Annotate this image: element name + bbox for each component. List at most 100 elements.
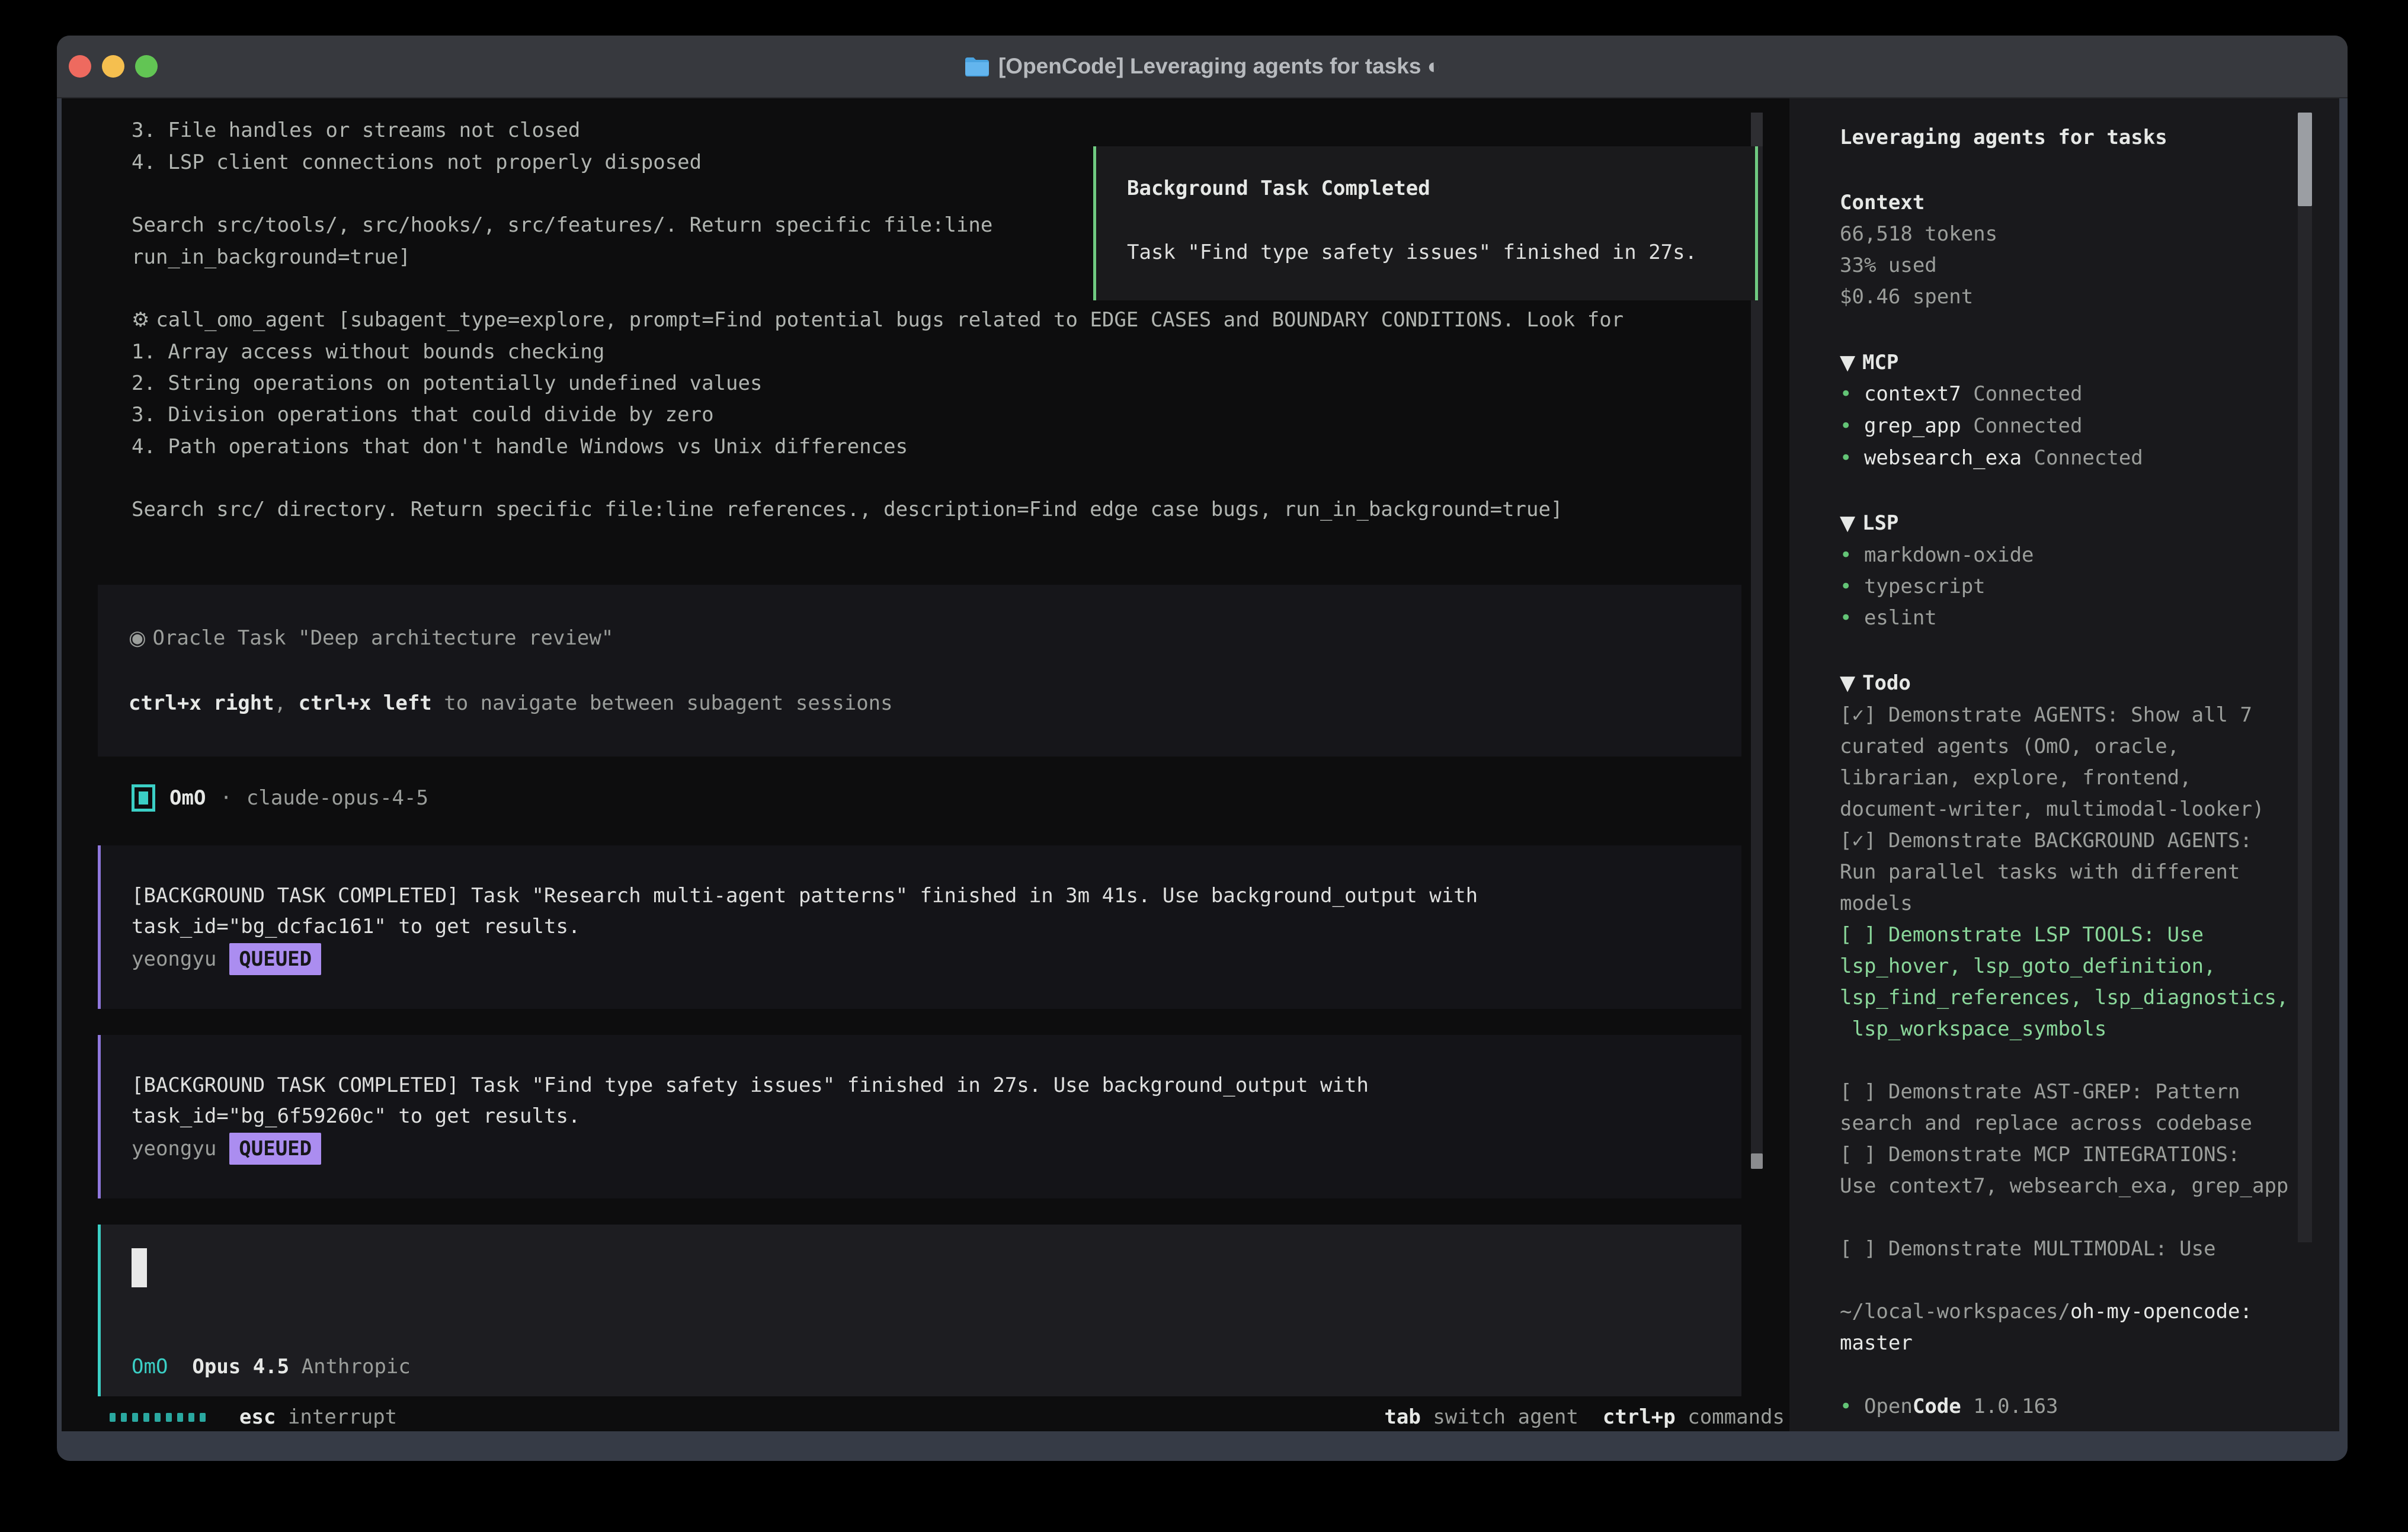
todo-line: [ ] Demonstrate AST-GREP: Pattern — [1840, 1076, 2240, 1108]
todo-section-header[interactable]: ▼ Todo — [1840, 667, 1911, 699]
oracle-task-box: ◉ Oracle Task "Deep architecture review"… — [98, 585, 1741, 757]
mcp-item: • websearch_exa Connected — [1840, 442, 2143, 474]
toast-message: Task "Find type safety issues" finished … — [1127, 236, 1697, 268]
text-cursor — [132, 1248, 147, 1287]
mcp-item: • grep_app Connected — [1840, 410, 2082, 442]
status-bar: esc interrupt tab switch agent ctrl+p co… — [62, 1401, 1789, 1431]
oracle-task-title: ◉ Oracle Task "Deep architecture review" — [129, 622, 613, 654]
context-tokens: 66,518 tokens — [1840, 218, 1997, 250]
interrupt-hint: esc interrupt — [239, 1401, 397, 1431]
lsp-section-header[interactable]: ▼ LSP — [1840, 507, 1898, 539]
output-line-tool-call: ⚙ call_omo_agent [subagent_type=explore,… — [132, 304, 1624, 336]
output-line: 3. File handles or streams not closed — [132, 114, 580, 146]
status-dot-icon: • — [1840, 1395, 1864, 1418]
todo-line: [✓] Demonstrate AGENTS: Show all 7 — [1840, 699, 2252, 731]
status-badge: QUEUED — [229, 943, 321, 975]
workspace-path: ~/local-workspaces/oh-my-opencode: — [1840, 1296, 2252, 1328]
app-content: 3. File handles or streams not closed 4.… — [62, 98, 2339, 1431]
todo-line: document-writer, multimodal-looker) — [1840, 793, 2264, 825]
task-author: yeongyu — [132, 947, 216, 971]
spinner-dot-icon — [200, 1413, 206, 1422]
output-line: 4. Path operations that don't handle Win… — [132, 431, 908, 463]
chevron-down-icon: ▼ — [1840, 511, 1862, 535]
session-title: Leveraging agents for tasks — [1840, 121, 2167, 153]
task-result-line: task_id="bg_6f59260c" to get results. — [132, 1100, 580, 1132]
mcp-item: • context7 Connected — [1840, 378, 2082, 410]
context-heading: Context — [1840, 187, 1925, 219]
todo-line: [ ] Demonstrate MCP INTEGRATIONS: — [1840, 1139, 2240, 1171]
spinner-dot-icon — [188, 1413, 194, 1422]
todo-line-active: [ ] Demonstrate LSP TOOLS: Use — [1840, 919, 2204, 951]
todo-line: models — [1840, 887, 1913, 919]
sidebar-scrollbar-track — [2298, 113, 2312, 1242]
todo-line: curated agents (OmO, oracle, — [1840, 730, 2179, 762]
record-icon: ◉ — [129, 626, 152, 650]
chevron-down-icon: ▼ — [1840, 351, 1862, 374]
todo-line: librarian, explore, frontend, — [1840, 762, 2192, 794]
status-dot-icon: • — [1840, 543, 1864, 567]
terminal-window: [OpenCode] Leveraging agents for tasks ◐… — [57, 36, 2348, 1461]
spinner-dot-icon — [143, 1413, 149, 1422]
todo-line-active: lsp_workspace_symbols — [1840, 1013, 2106, 1045]
prompt-input[interactable]: OmO Opus 4.5 Anthropic — [98, 1225, 1741, 1396]
agent-name: OmO — [169, 786, 206, 810]
agent-header: OmO · claude-opus-4-5 — [132, 781, 428, 815]
mcp-section-header[interactable]: ▼ MCP — [1840, 347, 1898, 379]
todo-line: Run parallel tasks with different — [1840, 856, 2240, 888]
todo-line: [ ] Demonstrate MULTIMODAL: Use — [1840, 1233, 2216, 1265]
task-result-line: [BACKGROUND TASK COMPLETED] Task "Resear… — [132, 880, 1478, 912]
spinner-dot-icon — [132, 1413, 138, 1422]
status-badge: QUEUED — [229, 1133, 321, 1165]
output-line: 3. Division operations that could divide… — [132, 399, 714, 431]
main-scrollbar-segment — [1751, 113, 1763, 146]
todo-line: Use context7, websearch_exa, grep_app — [1840, 1170, 2288, 1202]
sidebar-scrollbar-thumb[interactable] — [2298, 113, 2312, 206]
main-scrollbar-thumb[interactable] — [1751, 1153, 1763, 1169]
todo-line: [✓] Demonstrate BACKGROUND AGENTS: — [1840, 825, 2252, 857]
input-agent-name: OmO — [132, 1355, 168, 1379]
background-task-result: [BACKGROUND TASK COMPLETED] Task "Resear… — [98, 845, 1741, 1009]
context-spent: $0.46 spent — [1840, 281, 1973, 313]
workspace-branch: master — [1840, 1327, 1913, 1359]
task-result-meta: yeongyu QUEUED — [132, 1133, 321, 1165]
status-dot-icon: • — [1840, 575, 1864, 598]
task-result-line: task_id="bg_dcfac161" to get results. — [132, 911, 580, 943]
output-line: 2. String operations on potentially unde… — [132, 367, 762, 399]
spinner-dots — [110, 1413, 206, 1422]
agent-icon — [132, 784, 155, 812]
input-provider: Anthropic — [302, 1355, 411, 1379]
task-result-line: [BACKGROUND TASK COMPLETED] Task "Find t… — [132, 1069, 1369, 1101]
input-agent-row: OmO Opus 4.5 Anthropic — [132, 1351, 411, 1383]
separator-dot: · — [220, 786, 232, 810]
status-dot-icon: • — [1840, 446, 1864, 470]
spinner-dot-icon — [177, 1413, 183, 1422]
background-task-result: [BACKGROUND TASK COMPLETED] Task "Find t… — [98, 1035, 1741, 1198]
spinner-dot-icon — [121, 1413, 127, 1422]
output-line: run_in_background=true] — [132, 241, 411, 273]
todo-line: search and replace across codebase — [1840, 1107, 2252, 1139]
todo-line-active: lsp_find_references, lsp_diagnostics, — [1840, 982, 2288, 1014]
input-model-name: Opus 4.5 — [192, 1355, 289, 1379]
app-version: • OpenCode 1.0.163 — [1840, 1390, 2058, 1422]
window-title: [OpenCode] Leveraging agents for tasks ◐ — [998, 54, 1440, 79]
lsp-item: • typescript — [1840, 571, 1986, 602]
task-result-meta: yeongyu QUEUED — [132, 943, 321, 975]
agent-model: claude-opus-4-5 — [246, 786, 428, 810]
gear-icon: ⚙ — [132, 308, 156, 332]
status-dot-icon: • — [1840, 414, 1864, 438]
lsp-item: • markdown-oxide — [1840, 539, 2034, 571]
screen: [OpenCode] Leveraging agents for tasks ◐… — [0, 0, 2408, 1532]
context-used: 33% used — [1840, 249, 1937, 281]
spinner-dot-icon — [155, 1413, 161, 1422]
window-titlebar[interactable]: [OpenCode] Leveraging agents for tasks ◐ — [57, 36, 2348, 98]
status-dot-icon: • — [1840, 382, 1864, 406]
status-dot-icon: • — [1840, 606, 1864, 630]
chat-main-panel: 3. File handles or streams not closed 4.… — [62, 98, 1789, 1431]
window-title-row: [OpenCode] Leveraging agents for tasks ◐ — [57, 36, 2348, 97]
output-line: Search src/tools/, src/hooks/, src/featu… — [132, 209, 992, 241]
task-author: yeongyu — [132, 1137, 216, 1161]
folder-icon — [964, 56, 989, 76]
spinner-dot-icon — [110, 1413, 116, 1422]
toast-title: Background Task Completed — [1127, 172, 1430, 204]
background-task-toast: Background Task Completed Task "Find typ… — [1093, 146, 1758, 300]
